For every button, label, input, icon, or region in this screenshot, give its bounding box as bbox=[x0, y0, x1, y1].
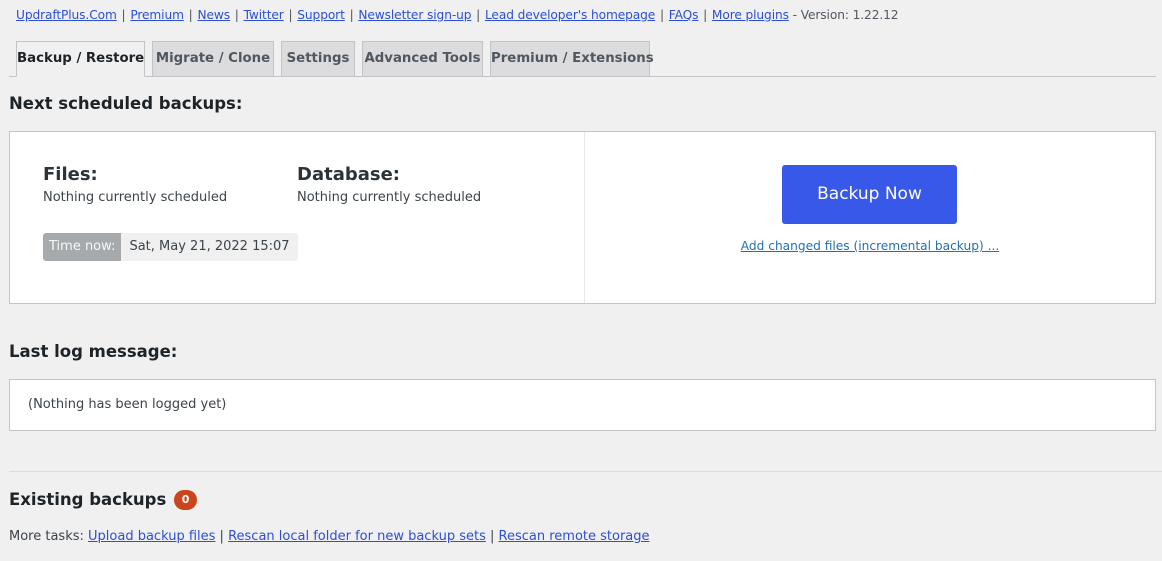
link-separator: | bbox=[234, 8, 239, 22]
tab-settings[interactable]: Settings bbox=[281, 41, 355, 76]
incremental-backup-container: Add changed files (incremental backup) .… bbox=[584, 239, 1156, 253]
tab-advanced-tools[interactable]: Advanced Tools bbox=[362, 41, 483, 76]
link-separator: | bbox=[121, 8, 126, 22]
link-lead-developer-homepage[interactable]: Lead developer's homepage bbox=[485, 8, 655, 22]
time-now-label: Time now: bbox=[43, 233, 122, 261]
tab-backup-restore[interactable]: Backup / Restore bbox=[16, 41, 145, 77]
task-separator: | bbox=[489, 529, 495, 544]
scheduled-backups-panel: Files: Nothing currently scheduled Datab… bbox=[9, 131, 1156, 304]
last-log-message: (Nothing has been logged yet) bbox=[28, 397, 227, 412]
more-tasks-label: More tasks: bbox=[9, 529, 84, 544]
link-newsletter-signup[interactable]: Newsletter sign-up bbox=[358, 8, 471, 22]
files-label: Files: bbox=[43, 164, 98, 185]
existing-backups-count-badge: 0 bbox=[174, 490, 198, 510]
panel-divider bbox=[584, 132, 585, 303]
link-separator: | bbox=[188, 8, 193, 22]
link-faqs[interactable]: FAQs bbox=[669, 8, 699, 22]
link-twitter[interactable]: Twitter bbox=[244, 8, 284, 22]
tab-migrate-clone[interactable]: Migrate / Clone bbox=[152, 41, 274, 76]
database-label: Database: bbox=[297, 164, 400, 185]
files-status: Nothing currently scheduled bbox=[43, 190, 228, 205]
link-separator: | bbox=[288, 8, 293, 22]
database-status: Nothing currently scheduled bbox=[297, 190, 482, 205]
plugin-header-links: UpdraftPlus.Com | Premium | News | Twitt… bbox=[16, 8, 899, 22]
incremental-backup-link[interactable]: Add changed files (incremental backup) .… bbox=[741, 239, 999, 253]
link-updraftplus-com[interactable]: UpdraftPlus.Com bbox=[16, 8, 117, 22]
existing-backups-label: Existing backups bbox=[9, 490, 167, 509]
link-separator: | bbox=[659, 8, 664, 22]
last-log-panel: (Nothing has been logged yet) bbox=[9, 379, 1156, 431]
rescan-local-folder-link[interactable]: Rescan local folder for new backup sets bbox=[228, 529, 486, 544]
files-schedule: Files: Nothing currently scheduled bbox=[43, 164, 227, 205]
link-separator: | bbox=[349, 8, 354, 22]
link-news[interactable]: News bbox=[197, 8, 230, 22]
backup-now-button[interactable]: Backup Now bbox=[782, 165, 957, 224]
upload-backup-files-link[interactable]: Upload backup files bbox=[88, 529, 215, 544]
link-premium[interactable]: Premium bbox=[130, 8, 184, 22]
section-divider bbox=[9, 471, 1162, 472]
existing-backups-heading: Existing backups 0 bbox=[9, 490, 198, 510]
time-now: Time now: Sat, May 21, 2022 15:07 bbox=[43, 233, 298, 261]
task-separator: | bbox=[219, 529, 224, 544]
link-separator: | bbox=[703, 8, 708, 22]
nav-tabs: Backup / Restore Migrate / Clone Setting… bbox=[9, 41, 1156, 77]
tab-premium-extensions[interactable]: Premium / Extensions bbox=[490, 41, 654, 76]
more-tasks: More tasks: Upload backup files | Rescan… bbox=[9, 529, 650, 544]
link-more-plugins[interactable]: More plugins bbox=[712, 8, 789, 22]
database-schedule: Database: Nothing currently scheduled bbox=[297, 164, 481, 205]
link-separator: | bbox=[476, 8, 481, 22]
time-now-value: Sat, May 21, 2022 15:07 bbox=[121, 233, 298, 261]
last-log-heading: Last log message: bbox=[9, 342, 178, 361]
rescan-remote-storage-link[interactable]: Rescan remote storage bbox=[499, 529, 650, 544]
version-text: - Version: 1.22.12 bbox=[792, 8, 899, 22]
link-support[interactable]: Support bbox=[297, 8, 345, 22]
next-scheduled-heading: Next scheduled backups: bbox=[9, 94, 243, 113]
